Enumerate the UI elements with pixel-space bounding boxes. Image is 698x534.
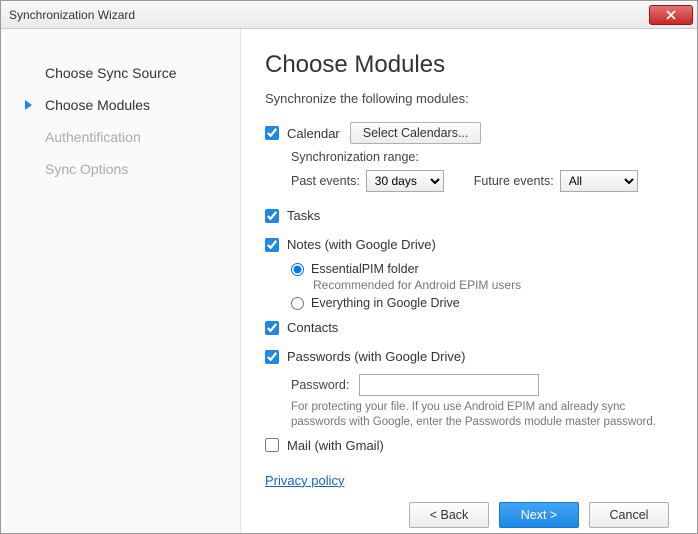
- sync-range-label: Synchronization range:: [291, 150, 669, 164]
- passwords-checkbox[interactable]: [265, 350, 279, 364]
- password-input[interactable]: [359, 374, 539, 396]
- main-panel: Choose Modules Synchronize the following…: [241, 29, 697, 533]
- passwords-label: Passwords (with Google Drive): [287, 349, 465, 364]
- module-calendar-row: Calendar Select Calendars...: [265, 122, 669, 144]
- module-contacts-row: Contacts: [265, 320, 669, 335]
- calendar-checkbox[interactable]: [265, 126, 279, 140]
- module-notes-row: Notes (with Google Drive): [265, 237, 669, 252]
- window-title: Synchronization Wizard: [9, 8, 649, 22]
- future-events-label: Future events:: [474, 174, 554, 188]
- mail-checkbox[interactable]: [265, 438, 279, 452]
- notes-radio-everything[interactable]: [291, 297, 304, 310]
- select-calendars-button[interactable]: Select Calendars...: [350, 122, 482, 144]
- privacy-policy-link[interactable]: Privacy policy: [265, 459, 669, 488]
- title-bar: Synchronization Wizard: [1, 1, 697, 29]
- notes-option-epim-helper: Recommended for Android EPIM users: [313, 278, 669, 292]
- notes-checkbox[interactable]: [265, 238, 279, 252]
- close-button[interactable]: [649, 5, 693, 25]
- wizard-footer: < Back Next > Cancel: [265, 488, 669, 528]
- wizard-sidebar: Choose Sync Source Choose Modules Authen…: [1, 29, 241, 533]
- mail-label: Mail (with Gmail): [287, 438, 384, 453]
- notes-label: Notes (with Google Drive): [287, 237, 436, 252]
- module-mail-row: Mail (with Gmail): [265, 438, 669, 453]
- notes-option-everything-label: Everything in Google Drive: [311, 296, 460, 310]
- calendar-label: Calendar: [287, 126, 340, 141]
- notes-options: EssentialPIM folder Recommended for Andr…: [291, 258, 669, 312]
- next-button[interactable]: Next >: [499, 502, 579, 528]
- step-sync-options: Sync Options: [33, 153, 230, 185]
- step-choose-modules[interactable]: Choose Modules: [33, 89, 230, 121]
- contacts-checkbox[interactable]: [265, 321, 279, 335]
- close-icon: [666, 10, 676, 20]
- back-button[interactable]: < Back: [409, 502, 489, 528]
- password-helper-text: For protecting your file. If you use And…: [291, 400, 669, 430]
- cancel-button[interactable]: Cancel: [589, 502, 669, 528]
- page-subtitle: Synchronize the following modules:: [265, 91, 669, 106]
- tasks-checkbox[interactable]: [265, 209, 279, 223]
- password-field-label: Password:: [291, 378, 349, 392]
- sync-range-block: Synchronization range: Past events: 30 d…: [291, 150, 669, 200]
- step-authentification: Authentification: [33, 121, 230, 153]
- past-events-select[interactable]: 30 days: [366, 170, 444, 192]
- notes-option-epim-label: EssentialPIM folder: [311, 262, 419, 276]
- future-events-select[interactable]: All: [560, 170, 638, 192]
- module-tasks-row: Tasks: [265, 208, 669, 223]
- past-events-label: Past events:: [291, 174, 360, 188]
- contacts-label: Contacts: [287, 320, 338, 335]
- passwords-block: Password: For protecting your file. If y…: [291, 370, 669, 430]
- notes-radio-epim-folder[interactable]: [291, 263, 304, 276]
- step-choose-sync-source[interactable]: Choose Sync Source: [33, 57, 230, 89]
- page-heading: Choose Modules: [265, 51, 669, 79]
- module-passwords-row: Passwords (with Google Drive): [265, 349, 669, 364]
- tasks-label: Tasks: [287, 208, 320, 223]
